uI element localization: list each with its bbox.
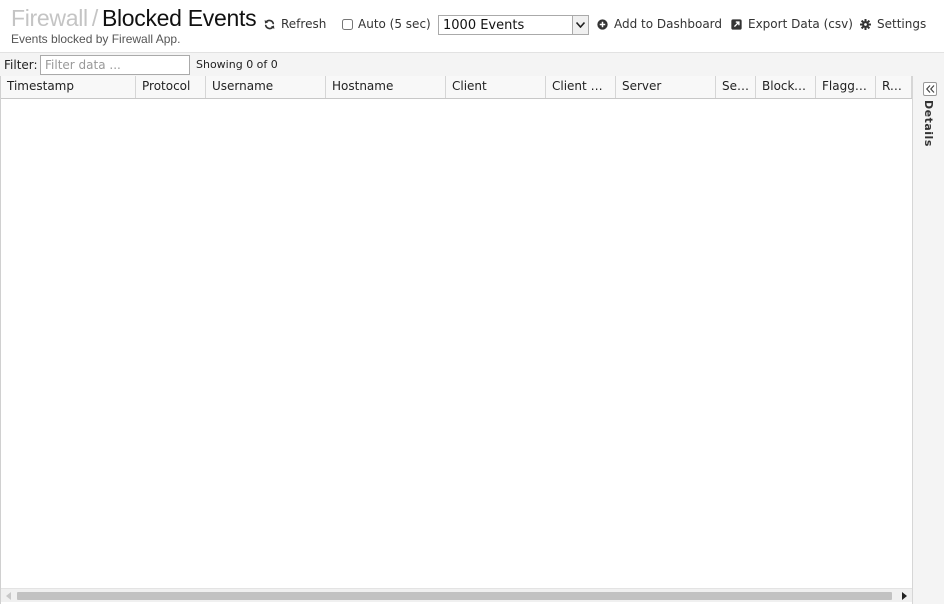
scroll-left-icon[interactable] [1, 589, 15, 603]
add-to-dashboard-button[interactable]: Add to Dashboard [597, 13, 722, 35]
column-header-flagged[interactable]: Flagged [816, 76, 876, 98]
page-subtitle: Events blocked by Firewall App. [11, 32, 181, 46]
column-header-client[interactable]: Client [446, 76, 546, 98]
export-csv-label: Export Data (csv) [748, 17, 853, 31]
refresh-icon [264, 19, 275, 29]
auto-refresh-checkbox[interactable] [342, 18, 353, 30]
double-chevron-left-icon[interactable] [923, 82, 937, 96]
filter-input[interactable] [40, 55, 190, 75]
add-to-dashboard-label: Add to Dashboard [614, 17, 723, 31]
export-csv-button[interactable]: Export Data (csv) [731, 13, 853, 35]
details-panel-label[interactable]: Details [922, 100, 935, 147]
scrollbar-thumb[interactable] [17, 592, 892, 600]
settings-button[interactable]: Settings [860, 13, 926, 35]
column-header-server-port[interactable]: Server Port [716, 76, 756, 98]
settings-label: Settings [877, 17, 927, 31]
horizontal-scrollbar[interactable] [1, 588, 913, 602]
breadcrumb: Firewall / Blocked Events [11, 4, 257, 32]
column-header-blocked[interactable]: Blocked [756, 76, 816, 98]
page-title: Blocked Events [101, 5, 257, 31]
breadcrumb-parent[interactable]: Firewall [11, 5, 88, 31]
refresh-button[interactable]: Refresh [264, 13, 326, 35]
column-header-protocol[interactable]: Protocol [136, 76, 206, 98]
filter-bar: Filter: Showing 0 of 0 [0, 52, 944, 76]
chevron-down-icon[interactable] [572, 16, 588, 34]
column-header-rule[interactable]: Rule [876, 76, 912, 98]
export-icon [731, 18, 742, 30]
refresh-label: Refresh [281, 17, 327, 31]
events-grid: Timestamp Protocol Username Hostname Cli… [0, 76, 913, 604]
gear-icon [860, 18, 871, 30]
grid-header: Timestamp Protocol Username Hostname Cli… [1, 76, 912, 99]
events-count-value: 1000 Events [443, 17, 525, 33]
breadcrumb-separator: / [91, 5, 98, 31]
auto-refresh-label: Auto (5 sec) [358, 17, 431, 31]
plus-circle-icon [597, 18, 608, 30]
details-panel-collapsed[interactable]: Details [912, 76, 944, 604]
showing-count: Showing 0 of 0 [196, 58, 278, 71]
events-count-select[interactable]: 1000 Events [438, 15, 589, 35]
filter-label: Filter: [4, 58, 38, 72]
page-header: Firewall / Blocked Events Events blocked b… [0, 0, 944, 52]
column-header-timestamp[interactable]: Timestamp [1, 76, 136, 98]
grid-body[interactable] [1, 99, 912, 589]
column-header-hostname[interactable]: Hostname [326, 76, 446, 98]
column-header-client-port[interactable]: Client Port [546, 76, 616, 98]
auto-refresh-toggle[interactable]: Auto (5 sec) [342, 13, 443, 35]
scroll-right-icon[interactable] [897, 589, 911, 603]
column-header-username[interactable]: Username [206, 76, 326, 98]
column-header-server[interactable]: Server [616, 76, 716, 98]
